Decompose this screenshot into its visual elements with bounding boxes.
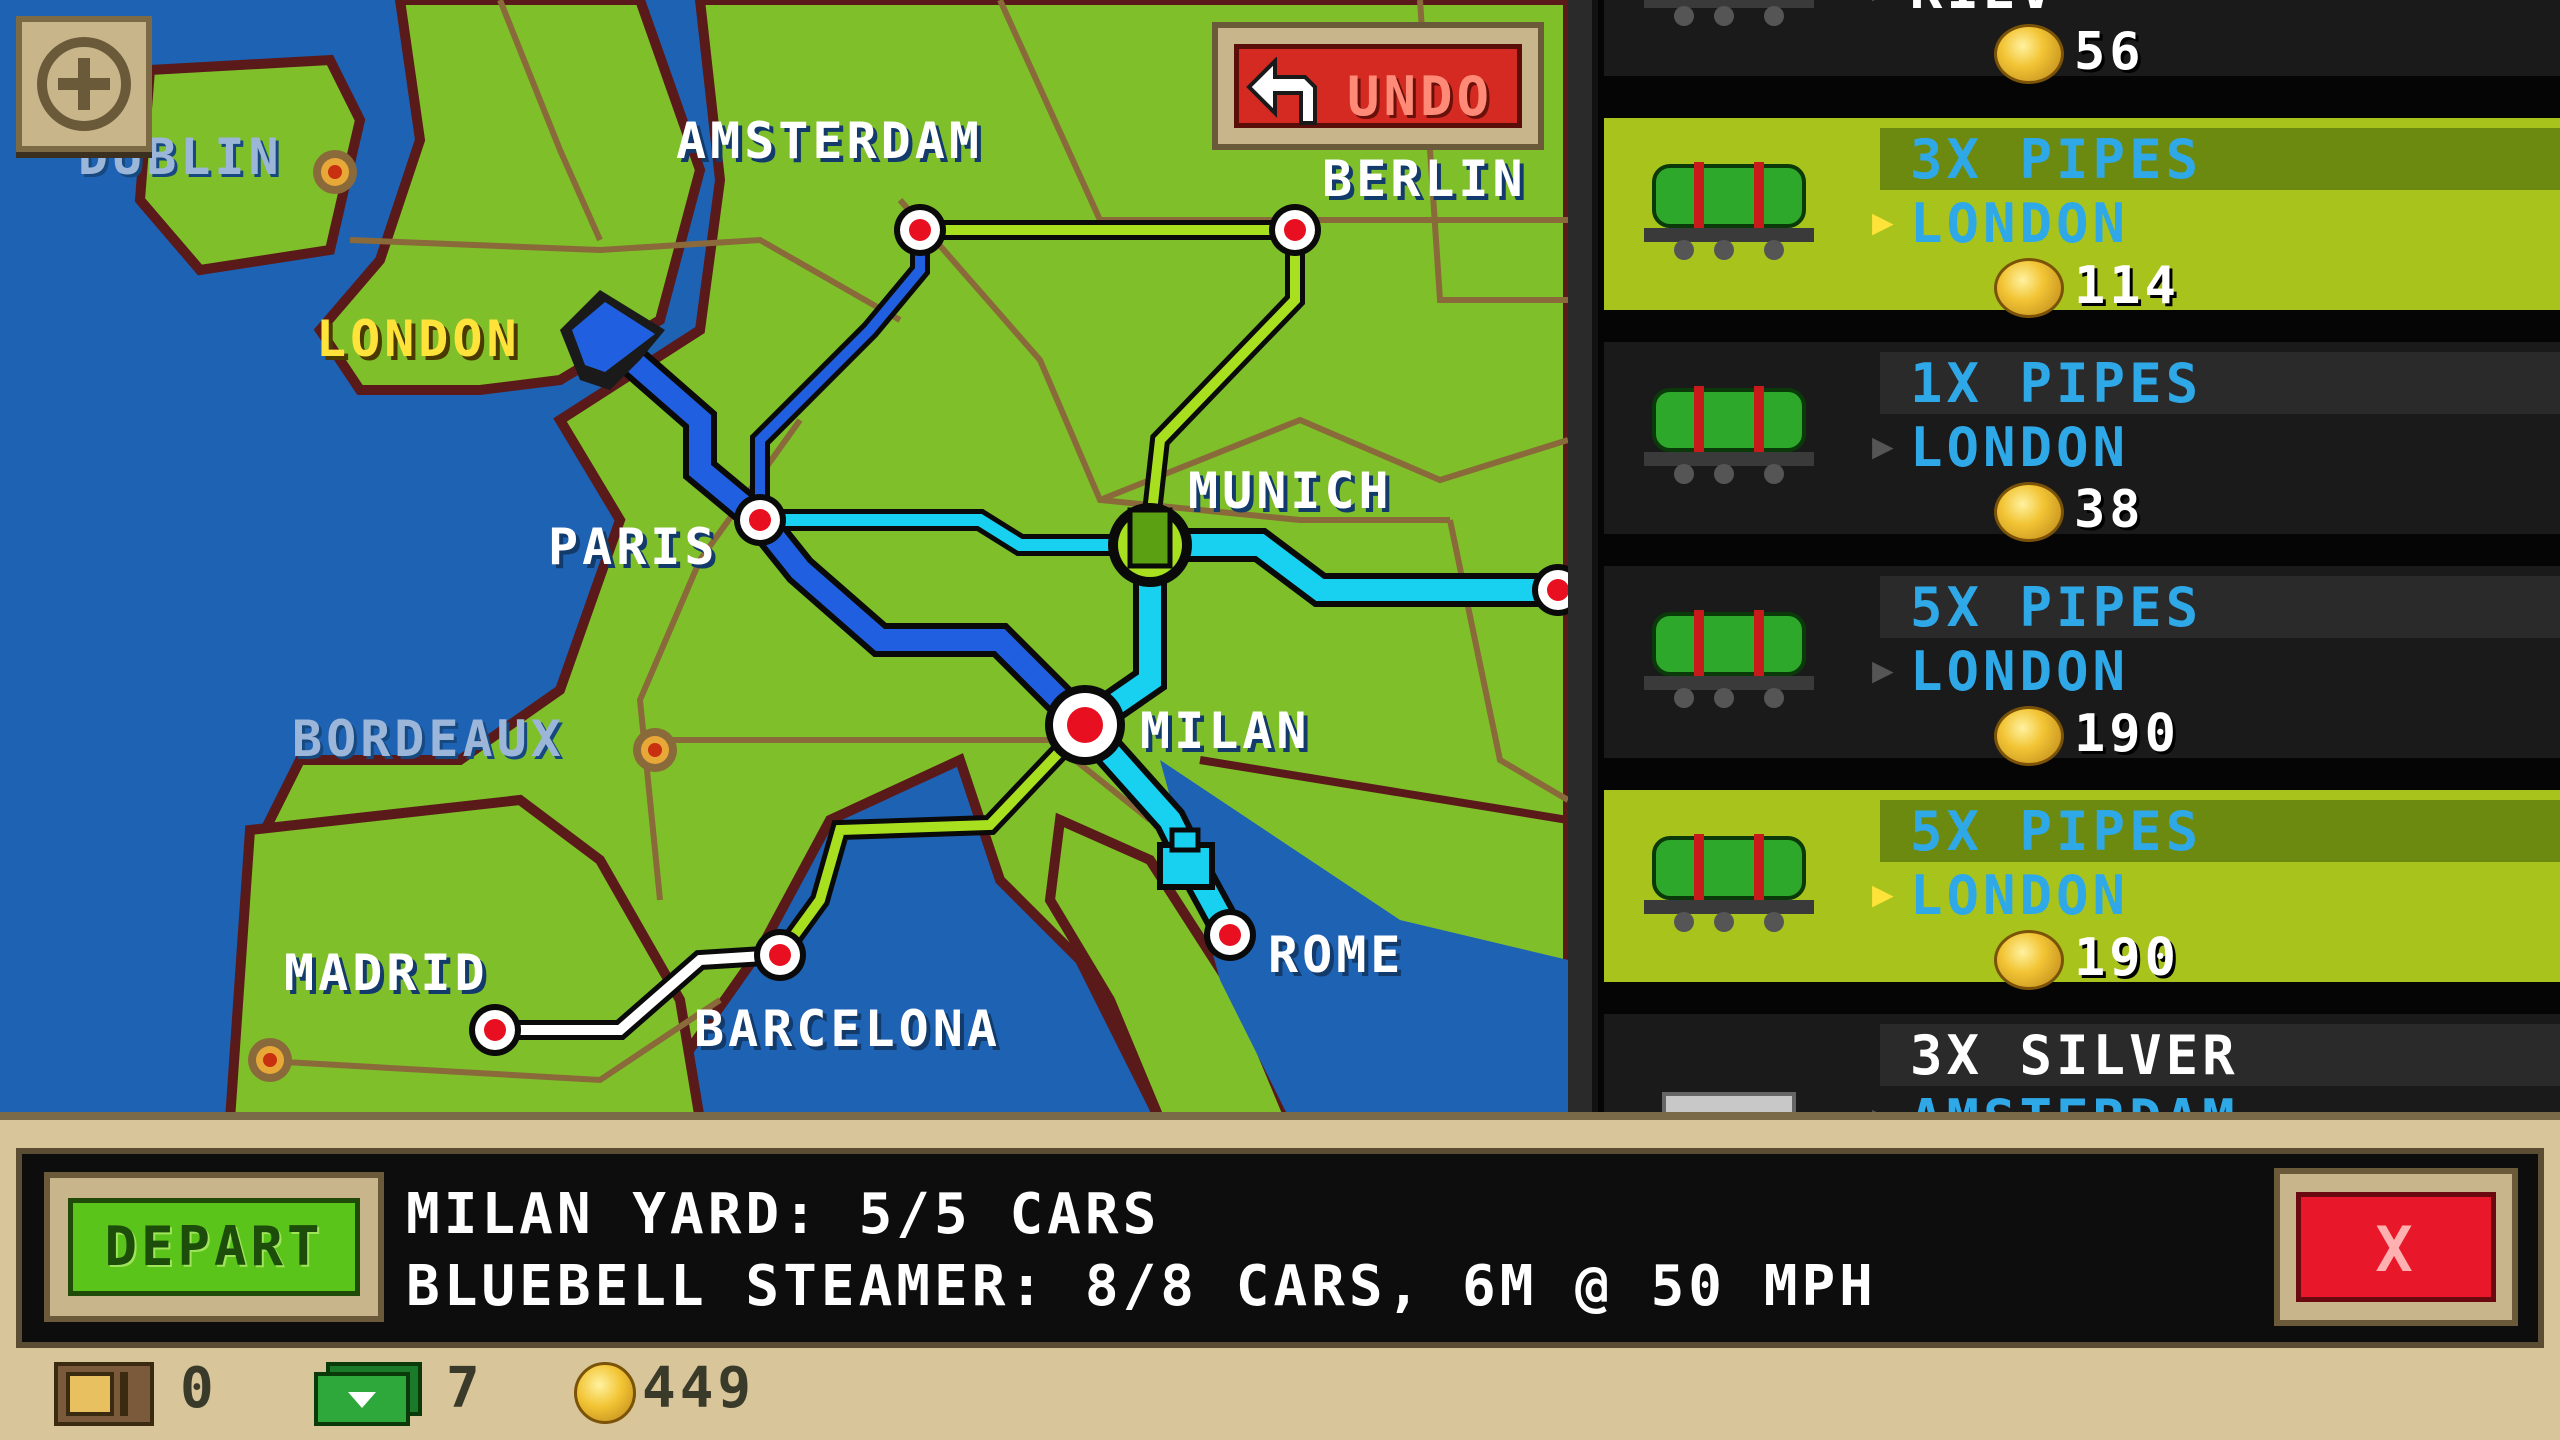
arrow-icon: ▶ [1872,874,1894,915]
station-paris[interactable] [734,494,786,546]
cargo-label: 5X PIPES [1910,800,2203,863]
station-milan[interactable] [1045,685,1125,765]
destination-label: LONDON [1910,864,2130,927]
price-label: 38 [2074,480,2145,540]
cargo-card[interactable]: 5X PIPES LONDON ▶ 190 [1604,566,2560,766]
cargo-card[interactable]: 5X PIPES LONDON ▶ 190 [1604,790,2560,990]
coin-icon [574,1362,636,1424]
city-label-munich: MUNICH [1188,462,1393,520]
station-munich[interactable] [1108,503,1192,587]
price-label: 190 [2074,928,2180,988]
price-label: 114 [2074,256,2180,316]
city-label-madrid: MADRID [284,944,489,1002]
station-berlin[interactable] [1269,204,1321,256]
yard-status: MILAN YARD: 5/5 CARS [406,1182,1161,1247]
cargo-panel[interactable]: KIEV ▶ 56 3X PIPES LONDON ▶ 114 1X PIPES… [1568,0,2560,1120]
station-rome[interactable] [1204,909,1256,961]
cargo-card[interactable]: KIEV ▶ 56 [1604,0,2560,84]
cargo-label: 3X PIPES [1910,128,2203,191]
station-west[interactable] [248,1038,292,1082]
coin-icon [1994,24,2064,84]
zoom-button[interactable] [16,16,152,152]
crates-count: 0 [180,1356,218,1421]
city-label-berlin: BERLIN [1322,150,1527,208]
city-label-milan: MILAN [1140,702,1311,760]
station-bordeaux[interactable] [633,728,677,772]
arrow-icon: ▶ [1872,0,1894,9]
destination-label: LONDON [1910,640,2130,703]
station-dublin[interactable] [313,150,357,194]
arrow-icon: ▶ [1872,202,1894,243]
cargo-label: 5X PIPES [1910,576,2203,639]
price-label: 190 [2074,704,2180,764]
coin-icon [1994,482,2064,542]
undo-button[interactable]: UNDO [1212,22,1544,150]
arrow-icon: ▶ [1872,426,1894,467]
destination-label: LONDON [1910,416,2130,479]
station-madrid[interactable] [469,1004,521,1056]
depart-label: DEPART [104,1215,324,1278]
cargo-card[interactable]: 3X PIPES LONDON ▶ 114 [1604,118,2560,318]
plus-icon [37,37,131,131]
train-status: BLUEBELL STEAMER: 8/8 CARS, 6M @ 50 MPH [406,1254,1877,1319]
close-button[interactable]: X [2274,1168,2518,1326]
route-map[interactable]: DUBLIN AMSTERDAM BERLIN LONDON PARIS MUN… [0,0,1568,1120]
coin-icon [1994,706,2064,766]
cash-count: 7 [446,1356,484,1421]
panel-divider [1568,0,1598,1120]
city-label-rome: ROME [1268,926,1405,984]
crate-icon [54,1362,154,1426]
close-icon: X [2375,1213,2417,1286]
destination-label: KIEV [1910,0,2056,21]
pipes-car-icon [1644,610,1814,708]
dispatch-panel: DEPART MILAN YARD: 5/5 CARS BLUEBELL STE… [16,1148,2544,1348]
city-label-paris: PARIS [548,518,719,576]
cargo-card[interactable]: 1X PIPES LONDON ▶ 38 [1604,342,2560,542]
silver-car-icon [1662,1092,1796,1120]
station-amsterdam[interactable] [894,204,946,256]
destination-label: LONDON [1910,192,2130,255]
coins-count: 449 [642,1356,756,1421]
arrow-icon: ▶ [1872,650,1894,691]
cargo-card[interactable]: 3X SILVER AMSTERDAM ▶ [1604,1014,2560,1120]
pipes-car-icon [1644,162,1814,260]
cash-icon [314,1362,422,1426]
city-label-bordeaux: BORDEAUX [292,710,565,768]
undo-arrow-icon [1246,57,1317,125]
cargo-label: 3X SILVER [1910,1024,2239,1087]
pipes-car-icon [1644,834,1814,932]
undo-label: UNDO [1346,65,1493,128]
city-label-amsterdam: AMSTERDAM [676,112,983,170]
bottom-bar: DEPART MILAN YARD: 5/5 CARS BLUEBELL STE… [0,1112,2560,1440]
coin-icon [1994,258,2064,318]
pipes-car-icon [1644,386,1814,484]
crate-car-icon [1644,0,1814,26]
depart-button[interactable]: DEPART [44,1172,384,1322]
coin-icon [1994,930,2064,990]
city-label-barcelona: BARCELONA [694,1000,1001,1058]
price-label: 56 [2074,22,2145,82]
station-barcelona[interactable] [754,929,806,981]
city-label-london: LONDON [316,310,521,368]
cargo-label: 1X PIPES [1910,352,2203,415]
